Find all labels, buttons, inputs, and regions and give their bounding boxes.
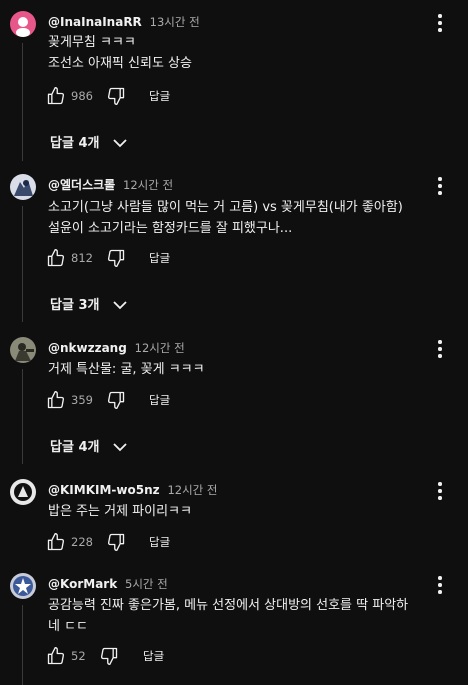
- comment-text: 꽂게무침 ㅋㅋㅋ 조선소 아재픽 신뢰도 상승: [48, 32, 463, 74]
- avatar[interactable]: [10, 573, 36, 599]
- reply-button[interactable]: 답글: [149, 250, 170, 266]
- chevron-down-icon: [113, 443, 127, 452]
- comment-time[interactable]: 5시간 전: [125, 577, 168, 591]
- comment-author[interactable]: @KorMark: [48, 577, 117, 591]
- reply-button[interactable]: 답글: [149, 88, 170, 104]
- thumbs-up-icon: [47, 249, 65, 267]
- comment-time[interactable]: 12시간 전: [167, 483, 217, 497]
- dislike-button[interactable]: [106, 248, 126, 268]
- thread-line: [22, 369, 23, 464]
- like-button[interactable]: [46, 248, 66, 268]
- dislike-button[interactable]: [106, 532, 126, 552]
- comment-author[interactable]: @엘더스크롤: [48, 178, 115, 192]
- more-options-icon[interactable]: [431, 481, 449, 503]
- comment-line: 밥은 주는 거제 파이리ㅋㅋ: [48, 504, 192, 519]
- dislike-button[interactable]: [106, 390, 126, 410]
- thread-line: [22, 43, 23, 161]
- reply-button[interactable]: 답글: [143, 648, 164, 664]
- comment-line: 조선소 아재픽 신뢰도 상승: [48, 56, 192, 71]
- thumbs-down-icon: [107, 391, 125, 409]
- more-options-icon[interactable]: [431, 176, 449, 198]
- like-count: 52: [71, 649, 86, 663]
- like-count: 812: [71, 251, 93, 265]
- more-options-icon[interactable]: [431, 339, 449, 361]
- comment-line: 소고기(그냥 사람들 많이 먹는 거 고름) vs 꽂게무침(내가 좋아함): [48, 200, 403, 215]
- replies-label: 답글 3개: [50, 298, 100, 313]
- replies-toggle[interactable]: 답글 4개: [50, 132, 127, 152]
- comment-actions: 359 답글: [46, 390, 246, 410]
- like-count: 359: [71, 393, 93, 407]
- like-count: 986: [71, 89, 93, 103]
- thread-line: [22, 206, 23, 322]
- thumbs-up-icon: [47, 533, 65, 551]
- thumbs-up-icon: [47, 647, 65, 665]
- like-button[interactable]: [46, 86, 66, 106]
- like-button[interactable]: [46, 646, 66, 666]
- avatar[interactable]: [10, 337, 36, 363]
- more-options-icon[interactable]: [431, 575, 449, 597]
- thumbs-up-icon: [47, 87, 65, 105]
- comment-text: 소고기(그냥 사람들 많이 먹는 거 고름) vs 꽂게무침(내가 좋아함) 설…: [48, 197, 463, 239]
- comment-actions: 986 답글: [46, 86, 246, 106]
- comment-text: 거제 특산물: 굴, 꽂게 ㅋㅋㅋ: [48, 359, 463, 380]
- avatar[interactable]: [10, 11, 36, 37]
- comment-actions: 228 답글: [46, 532, 246, 552]
- thread-line: [22, 605, 23, 685]
- dislike-button[interactable]: [106, 86, 126, 106]
- thumbs-down-icon: [107, 533, 125, 551]
- comment-time[interactable]: 12시간 전: [123, 178, 173, 192]
- chevron-down-icon: [113, 301, 127, 310]
- dislike-button[interactable]: [99, 646, 119, 666]
- thumbs-down-icon: [100, 647, 118, 665]
- thumbs-down-icon: [107, 87, 125, 106]
- replies-label: 답글 4개: [50, 136, 100, 151]
- comment-author[interactable]: @nkwzzang: [48, 341, 127, 355]
- replies-toggle[interactable]: 답글 3개: [50, 294, 127, 314]
- avatar[interactable]: [10, 479, 36, 505]
- comment-line: 네 ㄷㄷ: [48, 619, 89, 634]
- replies-label: 답글 4개: [50, 440, 100, 455]
- like-button[interactable]: [46, 532, 66, 552]
- comment-line: 공감능력 진짜 좋은가봄, 메뉴 선정에서 상대방의 선호를 딱 파악하: [48, 598, 409, 613]
- comment-author[interactable]: @KIMKIM-wo5nz: [48, 483, 160, 497]
- comment-line: 거제 특산물: 굴, 꽂게 ㅋㅋㅋ: [48, 362, 205, 377]
- chevron-down-icon: [113, 139, 127, 148]
- comment-actions: 812 답글: [46, 248, 246, 268]
- comment-line: 설윤이 소고기라는 함정카드를 잘 피했구나...: [48, 221, 293, 236]
- comment-text: 공감능력 진짜 좋은가봄, 메뉴 선정에서 상대방의 선호를 딱 파악하 네 ㄷ…: [48, 595, 463, 637]
- thumbs-down-icon: [107, 249, 125, 267]
- replies-toggle[interactable]: 답글 4개: [50, 436, 127, 456]
- thumbs-up-icon: [47, 391, 65, 409]
- comment-time[interactable]: 13시간 전: [150, 15, 200, 29]
- comment-actions: 52 답글: [46, 646, 246, 666]
- reply-button[interactable]: 답글: [149, 392, 170, 408]
- comment-text: 밥은 주는 거제 파이리ㅋㅋ: [48, 501, 463, 522]
- comment-author[interactable]: @InaInaInaRR: [48, 15, 142, 29]
- like-count: 228: [71, 535, 93, 549]
- comment-time[interactable]: 12시간 전: [135, 341, 185, 355]
- comment-line: 꽂게무침 ㅋㅋㅋ: [48, 35, 136, 50]
- avatar[interactable]: [10, 174, 36, 200]
- more-options-icon[interactable]: [431, 13, 449, 35]
- reply-button[interactable]: 답글: [149, 534, 170, 550]
- like-button[interactable]: [46, 390, 66, 410]
